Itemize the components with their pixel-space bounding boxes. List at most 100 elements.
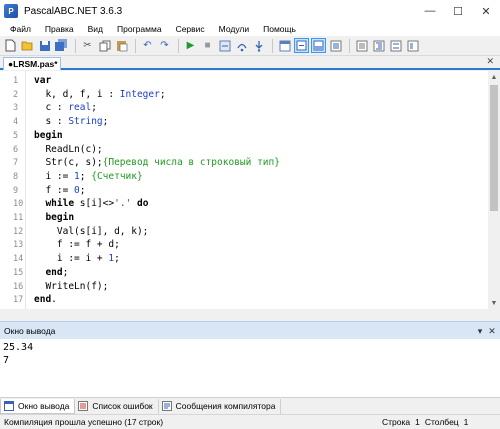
output-line: 25.34 [3, 342, 34, 353]
menu-program[interactable]: Программа [117, 24, 162, 34]
scroll-down-icon[interactable]: ▼ [488, 297, 500, 309]
redo-icon[interactable]: ↷ [157, 38, 172, 53]
debug-mode-icon[interactable] [294, 38, 309, 53]
copy-icon[interactable] [97, 38, 112, 53]
code-token: WriteLn(f); [34, 280, 109, 292]
line-number: 6 [13, 144, 19, 155]
code-token: end [34, 294, 52, 306]
toolbar-separator [178, 38, 179, 53]
step-over-icon[interactable] [234, 38, 249, 53]
code-line: 5 begin [0, 129, 488, 143]
pascal-app-icon: P [4, 4, 18, 18]
code-line: 10 while s[i]<>'.' do [0, 197, 488, 211]
code-token: String [68, 116, 103, 128]
pin-icon[interactable]: ▾ [474, 322, 486, 340]
scroll-up-icon[interactable]: ▲ [488, 71, 500, 83]
close-tab-icon[interactable]: ✕ [486, 56, 494, 67]
code-token: c : [34, 102, 69, 114]
code-editor[interactable]: 1 var 2 k, d, f, i : Integer; 3 c : real; 4 … [0, 71, 488, 309]
code-line: 9 f := 0; [0, 184, 488, 198]
settings-window-icon[interactable] [405, 38, 420, 53]
undo-icon[interactable]: ↶ [140, 38, 155, 53]
status-bar: Компиляция прошла успешно (17 строк) Стр… [0, 414, 500, 429]
code-text: Val(s[i], d, k); [34, 225, 149, 239]
tab-compiler-messages[interactable]: Сообщения компилятора [159, 398, 282, 414]
code-token: ; [79, 184, 86, 196]
code-line: 1 var [0, 74, 488, 88]
column-label: Столбец [424, 417, 459, 427]
dock-right-icon[interactable] [354, 38, 369, 53]
code-line: 12 Val(s[i], d, k); [0, 225, 488, 239]
close-icon[interactable]: ✕ [472, 0, 500, 22]
format-code-icon[interactable] [371, 38, 386, 53]
stop-icon[interactable]: ■ [200, 38, 215, 53]
row-value: 1 [415, 417, 420, 427]
window-title: PascalABC.NET 3.6.3 [24, 5, 123, 17]
step-into-icon[interactable] [251, 38, 266, 53]
code-token: ; [62, 266, 69, 278]
line-number: 4 [13, 117, 19, 128]
code-token: . [51, 294, 57, 306]
line-number: 12 [13, 226, 24, 237]
code-token: '.' [114, 198, 132, 210]
menu-help[interactable]: Помощь [263, 24, 296, 34]
toggle-panel-icon[interactable] [311, 38, 326, 53]
output-pane[interactable]: 25.34 7 [0, 339, 500, 397]
code-token: s[i]<> [74, 198, 115, 210]
line-number: 11 [13, 213, 24, 223]
tab-output-window[interactable]: Окно вывода [0, 398, 76, 414]
menu-service[interactable]: Сервис [176, 24, 205, 34]
maximize-icon[interactable]: ☐ [444, 0, 472, 22]
code-token: i := [34, 170, 75, 182]
save-all-icon[interactable] [54, 38, 69, 53]
tab-lrsm-pas[interactable]: ●LRSM.pas* [3, 57, 61, 70]
code-text: c : real; [34, 101, 97, 115]
line-number: 8 [13, 171, 19, 182]
code-line: 13 f := f + d; [0, 238, 488, 252]
menu-view[interactable]: Вид [88, 24, 103, 34]
code-line: 2 k, d, f, i : Integer; [0, 88, 488, 102]
run-icon[interactable]: ▶ [183, 38, 198, 53]
save-icon[interactable] [37, 38, 52, 53]
tab-label: ●LRSM.pas* [8, 59, 58, 69]
code-line: 16 WriteLn(f); [0, 280, 488, 294]
close-panel-icon[interactable]: ✕ [486, 322, 498, 340]
toolbar-separator [272, 38, 273, 53]
code-token: ; [91, 102, 97, 114]
paste-icon[interactable] [114, 38, 129, 53]
code-token: f := f + d; [34, 239, 120, 251]
code-text: ReadLn(c); [34, 143, 102, 157]
dock-left-icon[interactable] [328, 38, 343, 53]
code-text: begin [34, 129, 63, 143]
error-list-icon [78, 401, 89, 411]
code-token: end [45, 266, 63, 278]
code-token: {Счетчик} [91, 170, 143, 182]
column-value: 1 [463, 417, 469, 427]
code-text: f := f + d; [34, 238, 120, 252]
debug-window-icon[interactable] [277, 38, 292, 53]
code-token: ; [79, 170, 92, 182]
panel-splitter[interactable] [0, 309, 500, 321]
menu-edit[interactable]: Правка [45, 24, 74, 34]
compile-icon[interactable] [217, 38, 232, 53]
scrollbar-thumb[interactable] [490, 85, 498, 211]
minimize-icon[interactable]: — [416, 0, 444, 22]
code-token: Integer [119, 88, 160, 100]
editor-vertical-scrollbar[interactable]: ▲ ▼ [488, 71, 500, 309]
code-text: f := 0; [34, 184, 86, 198]
open-file-icon[interactable] [20, 38, 35, 53]
tab-label: Окно вывода [18, 400, 70, 411]
tab-error-list[interactable]: Список ошибок [75, 398, 159, 414]
code-text: i := 1; {Счетчик} [34, 170, 143, 184]
cut-icon[interactable]: ✂ [80, 38, 95, 53]
line-number: 1 [13, 76, 19, 86]
menu-modules[interactable]: Модули [219, 24, 249, 34]
code-token: f := [34, 184, 75, 196]
code-line: 3 c : real; [0, 101, 488, 115]
menu-file[interactable]: Файл [10, 24, 31, 34]
code-template-icon[interactable] [388, 38, 403, 53]
new-file-icon[interactable] [3, 38, 18, 53]
line-number: 9 [13, 185, 19, 196]
toolbar-separator [349, 38, 350, 53]
